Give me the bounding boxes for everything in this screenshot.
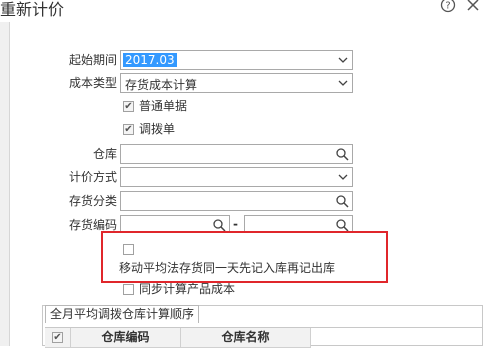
moving-avg-label: 移动平均法存货同一天先记入库再记出库 [119,261,336,275]
help-icon[interactable]: ? [440,0,456,13]
pricing-method-label: 计价方式 [68,170,117,184]
transfer-order-panel: 全月平均调拨仓库计算顺序 ✔ 仓库编码 仓库名称 [42,305,483,348]
column-header-warehouse-code[interactable]: 仓库编码 [71,328,181,348]
pricing-method-select[interactable] [120,167,353,187]
sync-product-cost-label: 同步计算产品成本 [139,282,236,296]
chevron-down-icon [338,80,348,86]
normal-docs-checkbox[interactable]: ✔ [123,101,134,112]
chevron-down-icon [338,57,348,63]
search-icon[interactable] [212,218,226,232]
search-icon[interactable] [335,194,349,208]
start-period-select[interactable]: 2017.03 [120,50,353,70]
warehouse-input[interactable] [120,144,353,164]
transfer-order-table: ✔ 仓库编码 仓库名称 [45,327,482,348]
cost-type-label: 成本类型 [68,76,117,90]
search-icon[interactable] [335,218,349,232]
start-period-value: 2017.03 [123,53,177,67]
moving-avg-checkbox[interactable] [123,244,134,255]
left-strip [0,22,10,346]
select-all-header: ✔ [45,328,71,348]
inventory-category-input[interactable] [120,191,353,211]
close-icon[interactable] [465,0,481,13]
select-all-checkbox[interactable]: ✔ [52,332,63,343]
cost-type-value: 存货成本计算 [125,78,198,92]
highlight-callout: 移动平均法存货同一天先记入库再记出库 [101,231,388,283]
search-icon[interactable] [335,147,349,161]
svg-text:?: ? [445,1,450,12]
normal-docs-label: 普通单据 [139,99,188,113]
range-separator: - [233,217,238,231]
inventory-category-label: 存货分类 [68,194,117,208]
chevron-down-icon [338,174,348,180]
warehouse-label: 仓库 [92,147,117,161]
start-period-label: 起始期间 [68,53,117,67]
sync-product-cost-checkbox[interactable] [123,284,134,295]
transfer-order-tab[interactable]: 全月平均调拨仓库计算顺序 [45,305,200,323]
transfer-docs-checkbox[interactable]: ✔ [123,124,134,135]
column-header-warehouse-name[interactable]: 仓库名称 [181,328,311,348]
cost-type-select[interactable]: 存货成本计算 [120,73,353,93]
transfer-docs-label: 调拨单 [139,122,176,136]
dialog-title: 重新计价 [0,0,65,19]
title-bar: 重新计价 ? [0,0,483,22]
